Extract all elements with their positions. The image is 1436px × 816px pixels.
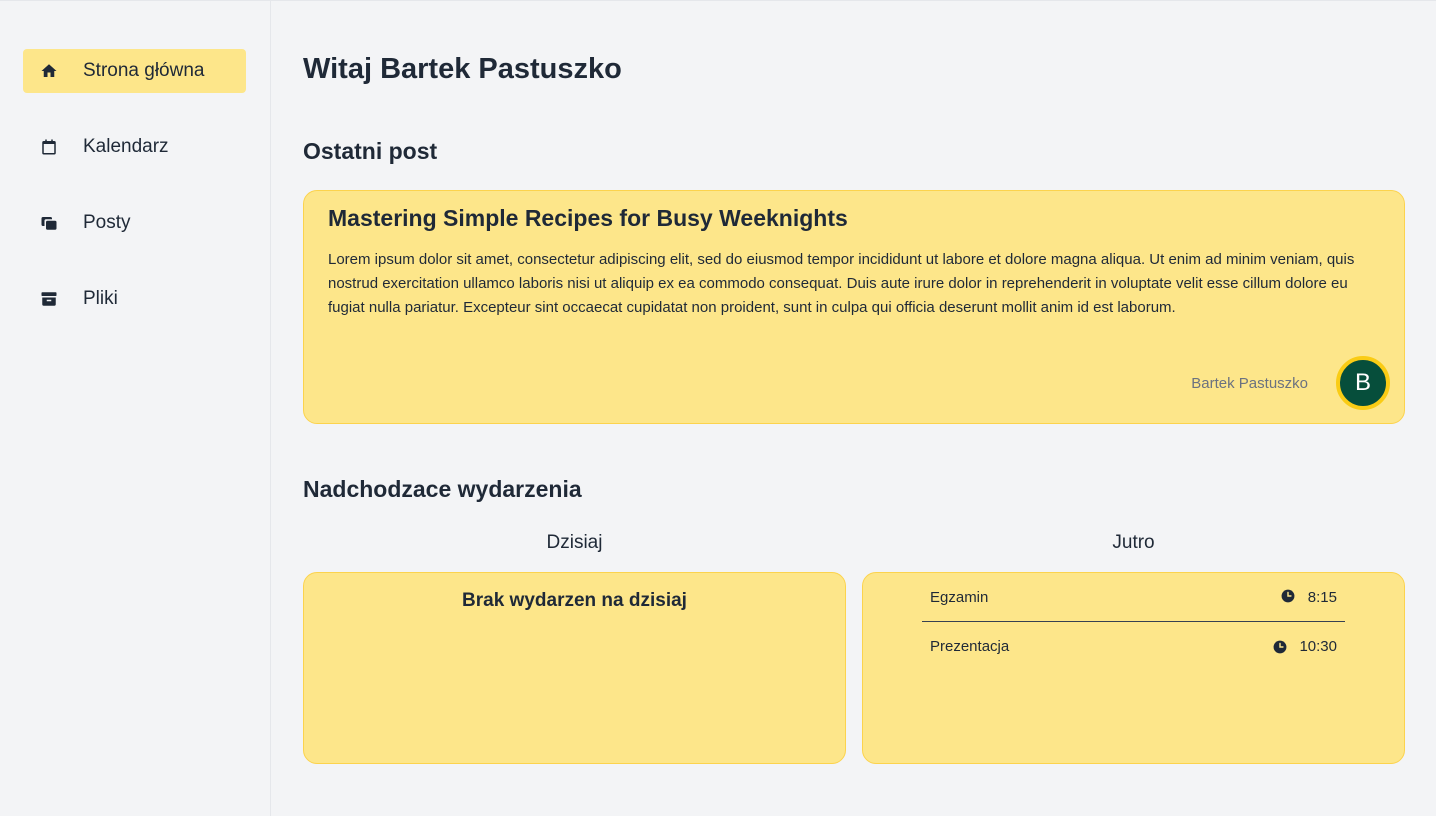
event-time: 8:15 <box>1307 589 1337 606</box>
home-icon <box>39 61 59 81</box>
sidebar-item-label: Pliki <box>83 288 118 309</box>
latest-post-heading: Ostatni post <box>303 138 438 164</box>
today-label: Dzisiaj <box>546 532 603 553</box>
post-body: Lorem ipsum dolor sit amet, consectetur … <box>328 251 1355 316</box>
post-title: Mastering Simple Recipes for Busy Weekni… <box>328 205 848 231</box>
clock-icon <box>1281 589 1295 603</box>
no-events-message: Brak wydarzen na dzisiaj <box>462 590 687 611</box>
event-time: 10:30 <box>1299 638 1337 655</box>
sidebar-item-label: Kalendarz <box>83 136 169 157</box>
calendar-icon <box>39 137 59 157</box>
tomorrow-label: Jutro <box>1112 532 1155 553</box>
avatar[interactable]: B <box>1336 356 1390 410</box>
sidebar-item-files[interactable]: Pliki <box>23 277 246 321</box>
event-row[interactable]: Egzamin 8:15 <box>922 585 1345 622</box>
event-row[interactable]: Prezentacja 10:30 <box>922 622 1345 671</box>
event-name: Egzamin <box>930 589 989 606</box>
post-card[interactable]: Mastering Simple Recipes for Busy Weekni… <box>303 190 1405 424</box>
clock-icon <box>1273 640 1287 654</box>
sidebar-item-label: Strona główna <box>83 60 205 81</box>
posts-icon <box>39 213 59 233</box>
tomorrow-events-card: Egzamin 8:15 Prezentacja 10:30 <box>862 572 1405 764</box>
events-heading: Nadchodzace wydarzenia <box>303 476 582 502</box>
sidebar-item-home[interactable]: Strona główna <box>23 49 246 93</box>
app-root: Strona główna Kalendarz Posty Pliki Wita… <box>0 0 1436 816</box>
event-list: Egzamin 8:15 Prezentacja 10:30 <box>922 585 1345 671</box>
archive-icon <box>39 289 59 309</box>
post-author: Bartek Pastuszko <box>1191 375 1308 392</box>
sidebar-item-label: Posty <box>83 212 131 233</box>
sidebar-item-calendar[interactable]: Kalendarz <box>23 125 246 169</box>
sidebar: Strona główna Kalendarz Posty Pliki <box>0 1 271 816</box>
event-name: Prezentacja <box>930 638 1010 655</box>
page-title: Witaj Bartek Pastuszko <box>303 53 622 85</box>
today-events-card: Brak wydarzen na dzisiaj <box>303 572 846 764</box>
sidebar-item-posts[interactable]: Posty <box>23 201 246 245</box>
